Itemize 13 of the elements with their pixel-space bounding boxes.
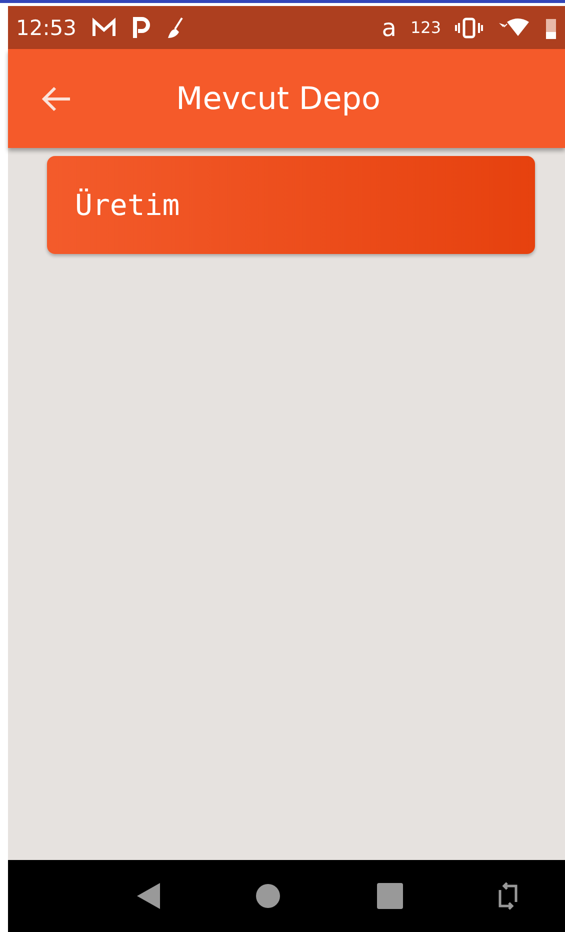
recents-nav-icon[interactable] [376, 882, 404, 910]
status-indicator: 123 [410, 18, 441, 37]
status-time: 12:53 [16, 16, 77, 40]
status-indicator: a [382, 14, 396, 42]
back-nav-icon[interactable] [135, 881, 162, 911]
home-nav-icon[interactable] [255, 883, 282, 909]
parking-icon [130, 16, 151, 40]
app-title: Mevcut Depo [176, 80, 380, 116]
mail-icon [90, 16, 117, 38]
rotate-icon[interactable] [498, 881, 518, 911]
wifi-icon [497, 16, 531, 38]
vibrate-icon [455, 16, 483, 38]
warehouse-card[interactable]: Üretim [47, 156, 535, 254]
